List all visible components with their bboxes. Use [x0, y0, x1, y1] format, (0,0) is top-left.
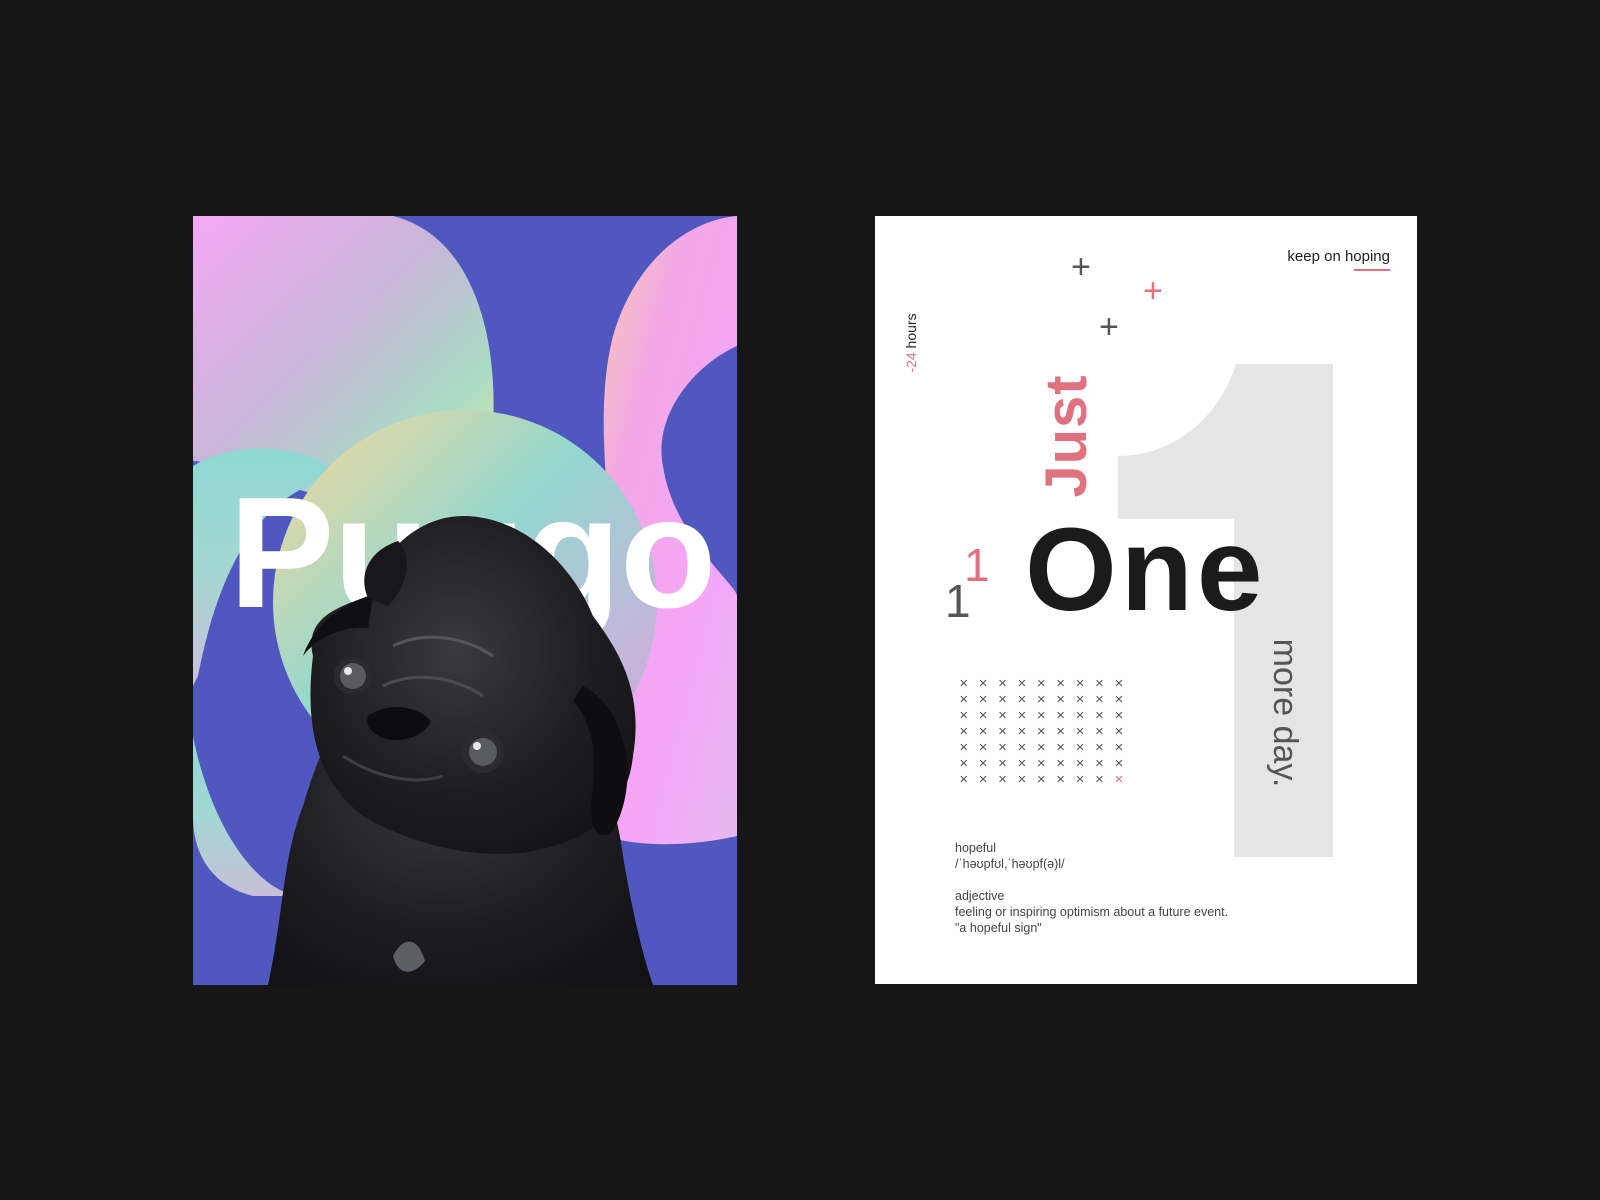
definition-block: hopeful /ˈhəʊpfʊl,ˈhəʊpf(ə)l/ adjective … [955, 840, 1228, 936]
plus-icon: + [1071, 248, 1091, 286]
more-day-label: more day. [1266, 638, 1304, 788]
x-mark: × [1017, 771, 1027, 788]
x-mark: × [998, 691, 1007, 708]
definition-pronunciation: /ˈhəʊpfʊl,ˈhəʊpf(ə)l/ [955, 857, 1065, 871]
x-mark: × [1056, 707, 1066, 724]
x-mark: × [1036, 691, 1046, 708]
x-mark: × [1075, 723, 1085, 740]
x-mark: × [959, 691, 969, 708]
x-mark: × [1114, 755, 1124, 772]
x-mark: × [978, 771, 988, 788]
x-mark: × [1017, 675, 1027, 692]
x-mark: × [978, 707, 988, 724]
x-mark: × [1056, 691, 1066, 708]
x-mark: × [1017, 739, 1027, 756]
x-mark: × [1056, 755, 1066, 772]
x-mark: × [1036, 723, 1046, 740]
x-mark: × [1114, 691, 1124, 708]
x-mark: × [1095, 707, 1104, 724]
x-mark: × [1095, 739, 1104, 756]
x-mark: × [1095, 691, 1104, 708]
x-mark: × [1056, 771, 1066, 788]
x-mark: × [959, 755, 969, 772]
x-mark: × [1075, 691, 1085, 708]
x-mark: × [1095, 771, 1104, 788]
pug-image [268, 516, 653, 985]
plus-icon: + [1099, 308, 1119, 346]
tagline: keep on hoping [1287, 248, 1390, 265]
x-mark: × [998, 707, 1007, 724]
x-mark: × [1056, 723, 1066, 740]
x-mark: × [959, 771, 969, 788]
x-mark: × [959, 723, 969, 740]
tagline-underline [1354, 269, 1390, 271]
x-mark: × [1114, 707, 1124, 724]
x-mark: × [1036, 707, 1046, 724]
x-mark: × [998, 771, 1007, 788]
poster-puggo: Puggo [193, 216, 737, 985]
x-mark: × [1036, 771, 1046, 788]
just-label: Just [1034, 374, 1099, 498]
x-mark: × [1017, 755, 1027, 772]
x-mark: × [978, 723, 988, 740]
x-mark: × [1017, 707, 1027, 724]
x-mark: × [1075, 755, 1085, 772]
x-mark: × [959, 739, 969, 756]
poster-just-one: keep on hoping + + + -24 hours Just 1 1 … [875, 216, 1417, 984]
x-mark: × [959, 675, 969, 692]
x-mark: × [998, 739, 1007, 756]
x-mark: × [1017, 691, 1027, 708]
x-mark: × [998, 723, 1007, 740]
x-mark: × [1056, 675, 1066, 692]
x-mark: × [1114, 739, 1124, 756]
x-mark: × [1114, 771, 1124, 788]
x-mark: × [1075, 771, 1085, 788]
x-mark: × [978, 675, 988, 692]
x-mark: × [959, 707, 969, 724]
x-mark: × [1114, 675, 1124, 692]
x-mark: × [978, 755, 988, 772]
x-mark: × [1056, 739, 1066, 756]
definition-part-of-speech: adjective [955, 889, 1005, 903]
x-mark: × [1095, 675, 1104, 692]
hours-word: hours [903, 313, 919, 349]
definition-example: "a hopeful sign" [955, 921, 1042, 935]
x-grid: × × × × × × × × × × × × × × × × × × × × × × × × × × × × × × × × × × × × × × × ×… [954, 676, 1129, 788]
x-mark: × [1075, 739, 1085, 756]
small-one-pink: 1 [964, 539, 990, 591]
definition-meaning: feeling or inspiring optimism about a fu… [955, 905, 1229, 919]
hours-prefix: -24 [903, 352, 919, 373]
hours-label: -24 hours [903, 308, 921, 378]
x-mark: × [1075, 707, 1085, 724]
x-mark: × [998, 755, 1007, 772]
x-mark: × [978, 739, 988, 756]
x-mark: × [1095, 723, 1104, 740]
x-mark: × [1036, 755, 1046, 772]
x-mark: × [1017, 723, 1027, 740]
x-mark: × [1114, 723, 1124, 740]
x-mark: × [998, 675, 1007, 692]
x-mark: × [1036, 739, 1046, 756]
x-mark: × [1075, 675, 1085, 692]
plus-icon: + [1143, 272, 1163, 310]
one-headline: One [1025, 504, 1267, 636]
x-mark: × [1036, 675, 1046, 692]
definition-word: hopeful [955, 841, 997, 855]
x-mark: × [1095, 755, 1104, 772]
x-mark: × [978, 691, 988, 708]
